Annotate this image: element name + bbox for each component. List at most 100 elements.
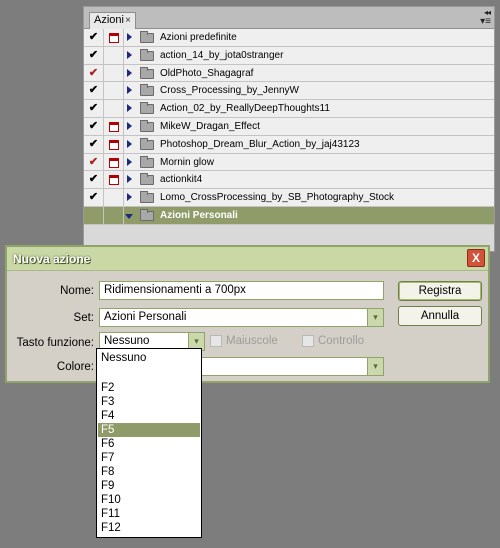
fkey-label: Tasto funzione: <box>16 337 94 349</box>
shift-checkbox[interactable] <box>210 335 222 347</box>
action-set-row[interactable]: ✔ MikeW_Dragan_Effect <box>84 117 494 136</box>
set-select[interactable]: Azioni Personali ▾ <box>99 308 384 327</box>
triangle-right-icon[interactable] <box>127 121 132 130</box>
triangle-right-icon[interactable] <box>127 193 132 202</box>
action-set-label: MikeW_Dragan_Effect <box>160 120 260 132</box>
fkey-option[interactable] <box>98 365 200 379</box>
chevron-down-icon[interactable]: ▾ <box>367 309 383 326</box>
fkey-option[interactable]: F8 <box>98 465 200 479</box>
tab-actions[interactable]: Azioni × <box>89 12 136 29</box>
fkey-option[interactable]: F2 <box>98 381 200 395</box>
dialog-toggle-icon <box>109 33 119 43</box>
triangle-right-icon[interactable] <box>127 139 132 148</box>
dialog-title: Nuova azione <box>13 252 91 266</box>
triangle-right-icon[interactable] <box>127 33 132 41</box>
dialog-toggle-cell[interactable] <box>104 29 124 46</box>
triangle-right-icon[interactable] <box>127 175 132 184</box>
tab-close-icon[interactable]: × <box>125 13 131 28</box>
action-set-label: Lomo_CrossProcessing_by_SB_Photography_S… <box>160 192 395 204</box>
toggle-check-icon[interactable]: ✔ <box>84 82 104 100</box>
action-set-label: Cross_Processing_by_JennyW <box>160 85 299 97</box>
action-set-row[interactable]: Azioni Personali <box>84 206 494 225</box>
folder-icon <box>140 31 154 43</box>
folder-icon <box>140 66 154 79</box>
dialog-toggle-cell[interactable] <box>104 117 124 135</box>
triangle-right-icon[interactable] <box>127 86 132 95</box>
dialog-toggle-icon <box>109 139 119 150</box>
action-set-row[interactable]: ✔ Mornin glow <box>84 153 494 172</box>
action-set-row[interactable]: ✔ Action_02_by_ReallyDeepThoughts11 <box>84 100 494 118</box>
record-button[interactable]: Registra <box>398 281 482 301</box>
dialog-toggle-icon <box>109 157 119 168</box>
fkey-dropdown-list: Nessuno F2 F3 F4 F5 F6 F7 F8 F9 F10 F11 F12 <box>96 348 202 538</box>
action-set-row[interactable]: ✔ Lomo_CrossProcessing_by_SB_Photography_… <box>84 189 494 207</box>
fkey-option[interactable]: F10 <box>98 493 200 507</box>
action-set-label: Mornin glow <box>160 156 214 168</box>
triangle-right-icon[interactable] <box>127 50 132 59</box>
action-set-list: ✔ Azioni predefinite ✔ action_14_by_jota0st… <box>84 29 494 225</box>
fkey-option[interactable]: F3 <box>98 395 200 409</box>
toggle-check-icon[interactable]: ✔ <box>84 29 104 46</box>
dialog-titlebar[interactable]: Nuova azione X <box>7 247 488 271</box>
ctrl-checkbox-label: Controllo <box>318 335 365 347</box>
dialog-toggle-cell[interactable] <box>104 206 124 224</box>
fkey-option[interactable]: F9 <box>98 479 200 493</box>
toggle-check-icon[interactable]: ✔ <box>84 189 104 206</box>
shift-checkbox-label: Maiuscole <box>226 335 278 347</box>
dialog-toggle-icon <box>109 175 119 186</box>
action-set-label: Azioni Personali <box>160 209 238 221</box>
toggle-check-icon[interactable]: ✔ <box>84 135 104 153</box>
dialog-toggle-cell[interactable] <box>104 171 124 189</box>
action-set-row[interactable]: ✔ actionkit4 <box>84 171 494 190</box>
fkey-option[interactable]: F11 <box>98 507 200 521</box>
dialog-toggle-icon <box>109 121 119 132</box>
toggle-check-icon[interactable]: ✔ <box>84 64 104 82</box>
set-label: Set: <box>73 312 94 324</box>
action-set-row[interactable]: ✔ action_14_by_jota0stranger <box>84 46 494 65</box>
dialog-toggle-cell[interactable] <box>104 82 124 100</box>
fkey-option[interactable]: F6 <box>98 437 200 451</box>
toggle-check-icon[interactable] <box>84 206 104 224</box>
panel-tab-bar: Azioni × ◂◂ ▾≡ <box>84 7 494 29</box>
dialog-toggle-cell[interactable] <box>104 46 124 64</box>
triangle-right-icon[interactable] <box>127 68 132 77</box>
action-set-label: Photoshop_Dream_Blur_Action_by_jaj43123 <box>160 138 360 150</box>
dialog-toggle-cell[interactable] <box>104 64 124 82</box>
fkey-option[interactable]: F4 <box>98 409 200 423</box>
dialog-toggle-cell[interactable] <box>104 189 124 206</box>
new-action-dialog: Nuova azione X Nome: Ridimensionamenti a… <box>5 245 490 383</box>
dialog-toggle-cell[interactable] <box>104 135 124 153</box>
dialog-toggle-cell[interactable] <box>104 100 124 117</box>
ctrl-checkbox[interactable] <box>302 335 314 347</box>
folder-icon <box>140 84 154 97</box>
actions-panel: Azioni × ◂◂ ▾≡ ✔ Azioni predefinite ✔ actio… <box>83 6 495 252</box>
action-set-row[interactable]: ✔ Azioni predefinite <box>84 29 494 47</box>
folder-icon <box>140 102 154 115</box>
triangle-right-icon[interactable] <box>127 157 132 166</box>
fkey-option[interactable]: Nessuno <box>98 351 200 365</box>
triangle-right-icon[interactable] <box>127 104 132 113</box>
toggle-check-icon[interactable]: ✔ <box>84 117 104 135</box>
action-set-row[interactable]: ✔ Cross_Processing_by_JennyW <box>84 82 494 101</box>
dialog-toggle-cell[interactable] <box>104 153 124 171</box>
toggle-check-icon[interactable]: ✔ <box>84 46 104 64</box>
chevron-down-icon[interactable]: ▾ <box>367 358 383 375</box>
action-set-row[interactable]: ✔ OldPhoto_Shagagraf <box>84 64 494 83</box>
fkey-option[interactable]: F5 <box>98 423 200 437</box>
toggle-check-icon[interactable]: ✔ <box>84 100 104 117</box>
cancel-button[interactable]: Annulla <box>398 306 482 326</box>
fkey-option[interactable]: F7 <box>98 451 200 465</box>
folder-icon <box>140 48 154 61</box>
toggle-check-icon[interactable]: ✔ <box>84 153 104 171</box>
set-select-value: Azioni Personali <box>104 311 187 323</box>
folder-icon <box>140 191 154 204</box>
triangle-down-icon[interactable] <box>125 213 133 219</box>
color-label: Colore: <box>56 361 94 373</box>
tab-label: Azioni <box>94 14 124 26</box>
toggle-check-icon[interactable]: ✔ <box>84 171 104 189</box>
panel-menu-icon[interactable]: ▾≡ <box>480 16 491 27</box>
name-field[interactable]: Ridimensionamenti a 700px <box>99 281 384 300</box>
fkey-option[interactable]: F12 <box>98 521 200 535</box>
close-icon[interactable]: X <box>467 249 485 267</box>
action-set-row[interactable]: ✔ Photoshop_Dream_Blur_Action_by_jaj43123 <box>84 135 494 154</box>
